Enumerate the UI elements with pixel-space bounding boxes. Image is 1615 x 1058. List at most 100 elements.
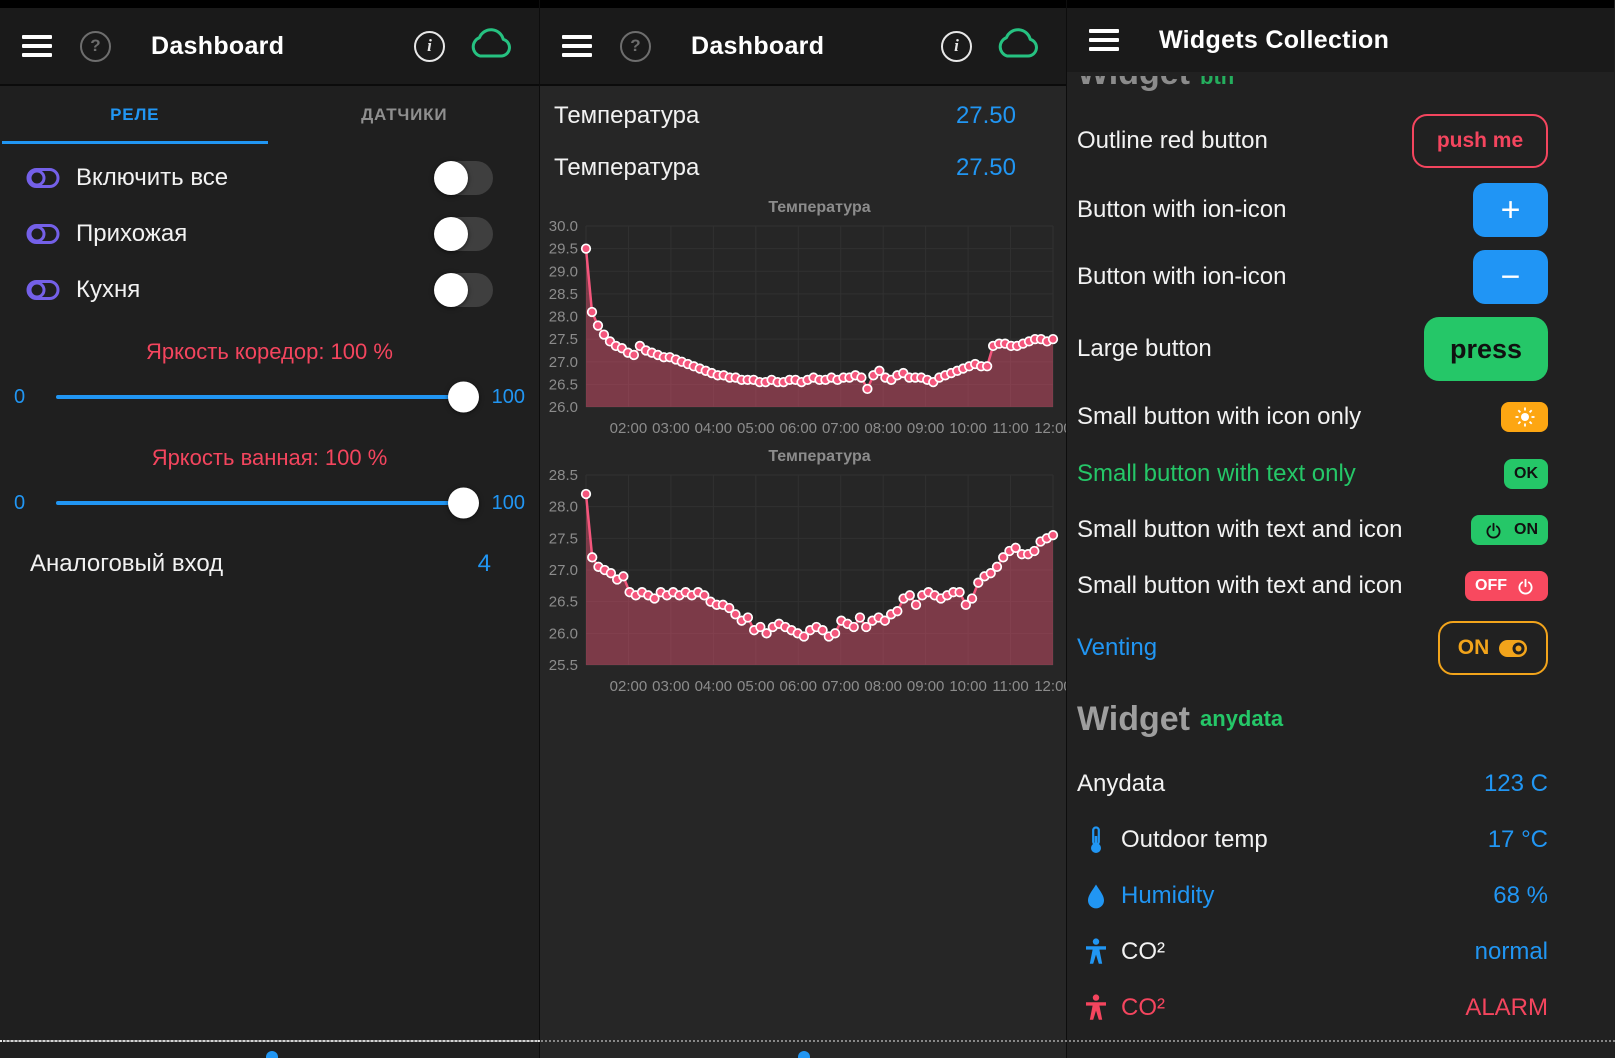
svg-text:28.0: 28.0	[549, 499, 578, 516]
svg-text:09:00: 09:00	[907, 420, 945, 437]
tab-datchiki[interactable]: ДАТЧИКИ	[270, 86, 540, 144]
svg-text:26.5: 26.5	[549, 376, 578, 393]
venting-button[interactable]: ON	[1438, 621, 1548, 675]
svg-text:10:00: 10:00	[949, 678, 987, 695]
press-button[interactable]: press	[1424, 317, 1548, 381]
help-icon[interactable]: ?	[620, 31, 651, 62]
sun-icon	[1515, 407, 1535, 427]
widget-row: Button with ion-icon −	[1067, 243, 1614, 310]
person-icon	[1083, 994, 1109, 1022]
analog-label: Аналоговый вход	[30, 550, 223, 578]
widget-row: Large button press	[1067, 310, 1614, 388]
slider-track[interactable]	[56, 501, 473, 505]
slider-thumb[interactable]	[448, 488, 479, 519]
svg-text:26.0: 26.0	[549, 399, 578, 416]
value-label: Температура	[554, 102, 699, 130]
on-button[interactable]: ON	[1471, 515, 1548, 545]
tab-label: ДАТЧИКИ	[361, 105, 447, 125]
appbar: ? Dashboard i	[540, 8, 1066, 86]
status-bar	[0, 0, 539, 8]
value: 27.50	[956, 154, 1016, 182]
toggle-icon	[26, 279, 60, 301]
button-label: OK	[1514, 465, 1538, 483]
menu-icon[interactable]	[1089, 24, 1119, 56]
svg-text:05:00: 05:00	[737, 420, 775, 437]
svg-text:06:00: 06:00	[779, 678, 817, 695]
svg-text:28.5: 28.5	[549, 286, 578, 303]
tab-rele[interactable]: РЕЛЕ	[0, 86, 270, 144]
button-label: ON	[1458, 636, 1490, 660]
heading-word: Widget	[1077, 76, 1190, 92]
widget-row: Small button with text and icon OFF	[1067, 558, 1614, 614]
cloud-icon[interactable]	[469, 28, 513, 65]
toggle-icon	[26, 167, 60, 189]
data-row: Anydata 123 C	[1067, 756, 1614, 812]
tab-bar: РЕЛЕ ДАТЧИКИ	[0, 86, 539, 144]
switch-label: Кухня	[76, 276, 435, 304]
thermometer-icon	[1083, 826, 1109, 854]
clipped-next-row-icon	[798, 1051, 810, 1058]
widget-row: Small button with text only OK	[1067, 446, 1614, 502]
widget-row: Venting ON	[1067, 614, 1614, 682]
page-title: Widgets Collection	[1159, 26, 1389, 55]
help-icon[interactable]: ?	[80, 31, 111, 62]
value: 27.50	[956, 102, 1016, 130]
button-label: press	[1450, 334, 1522, 365]
slider-row: 0 100	[0, 368, 539, 426]
ok-button[interactable]: OK	[1504, 459, 1548, 489]
value-row: Температура 27.50	[540, 142, 1066, 194]
sun-button[interactable]	[1501, 402, 1548, 432]
widget-label: Outline red button	[1077, 127, 1268, 155]
svg-text:08:00: 08:00	[864, 420, 902, 437]
slider-track[interactable]	[56, 395, 473, 399]
push-me-button[interactable]: push me	[1412, 114, 1548, 168]
slider-thumb[interactable]	[448, 382, 479, 413]
slider-max: 100	[481, 492, 525, 515]
svg-text:02:00: 02:00	[610, 420, 648, 437]
data-row: Outdoor temp 17 °C	[1067, 812, 1614, 868]
menu-icon[interactable]	[22, 30, 52, 62]
button-label: OFF	[1475, 577, 1507, 595]
svg-text:12:00: 12:00	[1034, 678, 1067, 695]
switch-row: Кухня	[0, 262, 539, 318]
data-row: CO² normal	[1067, 924, 1614, 980]
temperature-chart-1: Температура26.026.527.027.528.028.529.02…	[540, 196, 1067, 443]
panel-dashboard-relays: ? Dashboard i РЕЛЕ ДАТЧИКИ Включить все …	[0, 0, 539, 1058]
info-icon[interactable]: i	[941, 31, 972, 62]
toggle-switch[interactable]	[435, 217, 493, 251]
data-label: Outdoor temp	[1121, 826, 1268, 854]
toggle-switch[interactable]	[435, 273, 493, 307]
widget-row: Outline red button push me	[1067, 106, 1614, 176]
data-label: Anydata	[1077, 770, 1165, 798]
minus-button[interactable]: −	[1473, 250, 1548, 304]
status-bar	[540, 0, 1066, 8]
svg-text:26.5: 26.5	[549, 594, 578, 611]
toggle-switch[interactable]	[435, 161, 493, 195]
widget-label: Small button with text and icon	[1077, 572, 1403, 600]
svg-text:03:00: 03:00	[652, 420, 690, 437]
widget-row: Small button with text and icon ON	[1067, 502, 1614, 558]
power-icon	[1485, 522, 1502, 539]
toggle-on-icon	[1498, 639, 1528, 658]
off-button[interactable]: OFF	[1465, 571, 1548, 601]
svg-text:29.5: 29.5	[549, 241, 578, 258]
power-icon	[1517, 578, 1534, 595]
data-row: CO² ALARM	[1067, 980, 1614, 1036]
svg-text:26.0: 26.0	[549, 625, 578, 642]
menu-icon[interactable]	[562, 30, 592, 62]
cloud-icon[interactable]	[996, 28, 1040, 65]
svg-text:30.0: 30.0	[549, 218, 578, 235]
plus-button[interactable]: +	[1473, 183, 1548, 237]
data-value: normal	[1475, 938, 1548, 966]
svg-text:27.5: 27.5	[549, 331, 578, 348]
data-row: Humidity 68 %	[1067, 868, 1614, 924]
svg-text:05:00: 05:00	[737, 678, 775, 695]
widget-label: Small button with icon only	[1077, 403, 1361, 431]
droplet-icon	[1083, 883, 1109, 909]
tab-label: РЕЛЕ	[110, 105, 159, 125]
info-icon[interactable]: i	[414, 31, 445, 62]
svg-text:27.0: 27.0	[549, 354, 578, 371]
data-value: ALARM	[1465, 994, 1548, 1022]
temperature-chart-2: Температура25.526.026.527.027.528.028.50…	[540, 445, 1067, 701]
switch-label: Прихожая	[76, 220, 435, 248]
